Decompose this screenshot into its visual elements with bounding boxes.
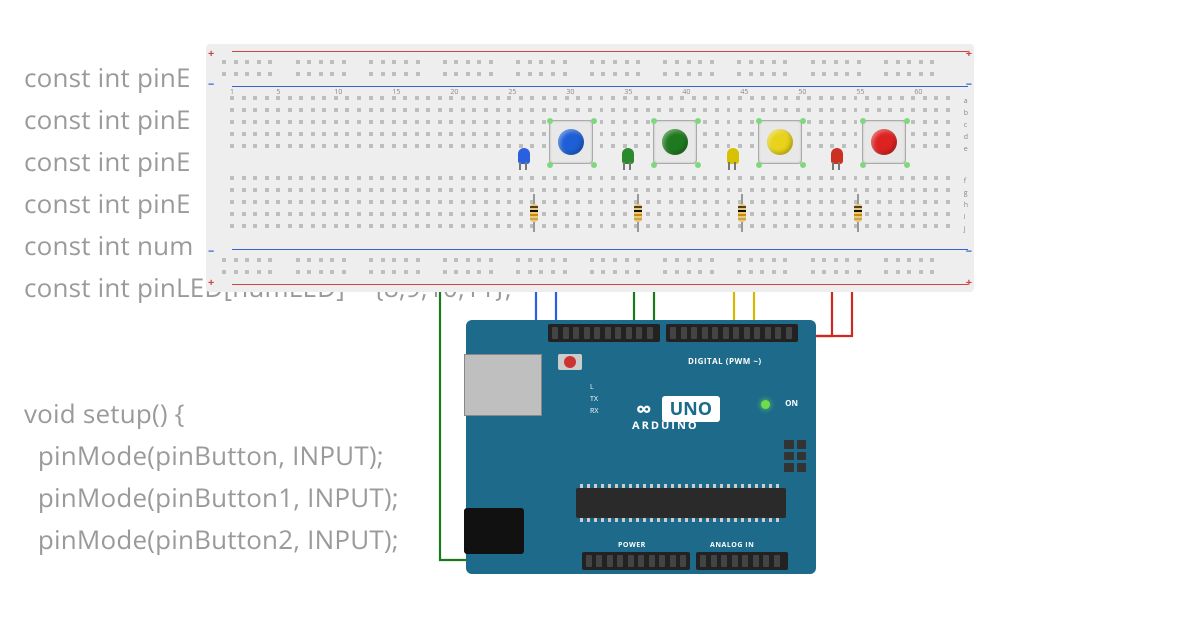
power-on-label: ON bbox=[785, 398, 798, 409]
breadboard-power-rail-bottom: − + − + bbox=[222, 252, 958, 282]
breadboard-power-rail-top: + − + − bbox=[222, 54, 958, 84]
green-button[interactable] bbox=[653, 120, 697, 164]
atmega-chip bbox=[576, 488, 786, 518]
arduino-brand-text: ARDUINO bbox=[632, 418, 699, 433]
reset-button[interactable] bbox=[558, 354, 582, 370]
power-on-led bbox=[761, 400, 770, 409]
green-led bbox=[622, 148, 634, 164]
power-header bbox=[582, 552, 690, 570]
analog-header bbox=[696, 552, 788, 570]
power-section-label: POWER bbox=[618, 541, 646, 550]
blue-led bbox=[518, 148, 530, 164]
breadboard: + − + − − + − + 151015202530354045505560… bbox=[206, 44, 974, 292]
analog-section-label: ANALOG IN bbox=[710, 541, 754, 550]
resistor bbox=[530, 194, 538, 232]
arduino-uno-board: AREF GND 13 12 ~11 ~10 ~9 8 7 ~6 ~5 4 ~3… bbox=[466, 320, 816, 574]
barrel-jack bbox=[464, 508, 524, 554]
blue-button[interactable] bbox=[549, 120, 593, 164]
red-button[interactable] bbox=[862, 120, 906, 164]
digital-header-right bbox=[666, 324, 798, 342]
digital-header-left bbox=[548, 324, 660, 342]
resistor bbox=[634, 194, 642, 232]
breadboard-lower-field bbox=[230, 176, 950, 236]
resistor bbox=[738, 194, 746, 232]
tx-rx-labels: L TX RX bbox=[590, 382, 598, 418]
yellow-button[interactable] bbox=[758, 120, 802, 164]
yellow-led bbox=[727, 148, 739, 164]
digital-section-label: DIGITAL (PWM ~) bbox=[688, 356, 762, 367]
resistor bbox=[854, 194, 862, 232]
icsp-header bbox=[784, 440, 806, 472]
usb-port bbox=[464, 354, 542, 416]
red-led bbox=[831, 148, 843, 164]
circuit-canvas: + − + − − + − + 151015202530354045505560… bbox=[0, 0, 1200, 630]
